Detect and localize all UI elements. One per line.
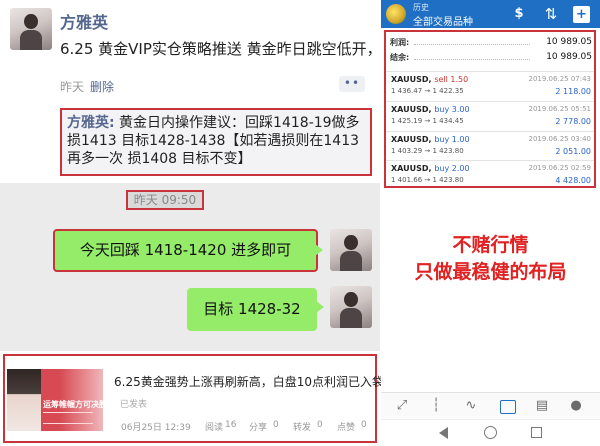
position-date: 2019.06.25 07:43 bbox=[528, 75, 591, 83]
balance-value: 10 989.05 bbox=[546, 52, 592, 62]
chat-avatar[interactable] bbox=[330, 286, 372, 328]
chat-bubble[interactable]: 目标 1428-32 bbox=[187, 288, 324, 331]
quotes-icon[interactable]: ⤢ bbox=[393, 397, 411, 415]
position-side: buy 1.00 bbox=[434, 135, 470, 144]
recent-apps-icon[interactable] bbox=[531, 427, 542, 438]
currency-exchange-icon[interactable]: $ bbox=[508, 4, 530, 24]
position-profit: 2 051.00 bbox=[555, 147, 591, 156]
chat-timestamp: 昨天 09:50 bbox=[126, 190, 204, 210]
position-profit: 2 778.00 bbox=[555, 117, 591, 126]
position-side: buy 3.00 bbox=[434, 105, 470, 114]
sort-icon[interactable]: ⇅ bbox=[540, 4, 562, 24]
article-date: 06月25日 12:39 bbox=[121, 423, 191, 433]
dotted-leader bbox=[414, 59, 530, 60]
position-date: 2019.06.25 05:51 bbox=[528, 105, 591, 113]
moment-avatar[interactable] bbox=[10, 8, 52, 50]
profit-label: 利润: bbox=[390, 38, 410, 47]
chat-bubble[interactable]: 今天回踩 1418-1420 进多即可 bbox=[53, 229, 323, 272]
chat-panel: 方雅英 6.25 黄金VIP实仓策略推送 黄金昨日跳空低开，今日继续 昨天 删除… bbox=[0, 0, 396, 446]
slogan-line-2: 只做最稳健的布局 bbox=[414, 261, 567, 283]
position-side: sell 1.50 bbox=[434, 75, 469, 84]
moment-author-name[interactable]: 方雅英 bbox=[60, 9, 108, 33]
chat-icon[interactable]: ● bbox=[567, 397, 585, 415]
chat-area: 昨天 09:50 今天回踩 1418-1420 进多即可 目标 1428-32 bbox=[0, 183, 380, 351]
news-icon[interactable]: ▤ bbox=[533, 397, 551, 415]
position-row[interactable]: XAUUSD, buy 1.00 2019.06.25 03:40 1 403.… bbox=[386, 131, 594, 162]
more-options-button[interactable]: •• bbox=[339, 76, 365, 92]
position-row[interactable]: XAUUSD, buy 3.00 2019.06.25 05:51 1 425.… bbox=[386, 101, 594, 132]
reposts-label: 转发 bbox=[293, 423, 312, 433]
position-date: 2019.06.25 02:59 bbox=[528, 164, 591, 172]
history-inbox-icon[interactable] bbox=[498, 397, 516, 415]
reads-label: 阅读 bbox=[205, 423, 224, 433]
position-prices: 1 425.19 → 1 434.45 bbox=[391, 117, 464, 125]
chart-candles-icon[interactable]: ┆ bbox=[427, 397, 445, 415]
position-symbol: XAUUSD, buy 2.00 bbox=[391, 164, 470, 173]
comment-author[interactable]: 方雅英: bbox=[67, 115, 115, 131]
back-icon[interactable] bbox=[439, 427, 448, 439]
dotted-leader bbox=[414, 44, 530, 45]
trading-app-panel: 历史 全部交易品种 $ ⇅ + 利润: 10 989.05 结余: 10 989… bbox=[381, 0, 600, 446]
position-symbol: XAUUSD, sell 1.50 bbox=[391, 75, 469, 84]
thumbnail-person-image bbox=[7, 369, 41, 431]
trade-icon[interactable]: ∿ bbox=[462, 397, 480, 415]
app-header: 历史 全部交易品种 $ ⇅ + bbox=[381, 0, 600, 28]
comment-box: 方雅英: 黄金日内操作建议：回踩1418-19做多 损1413 目标1428-1… bbox=[60, 108, 372, 176]
position-prices: 1 403.29 → 1 423.80 bbox=[391, 147, 464, 155]
delete-link[interactable]: 删除 bbox=[90, 78, 114, 95]
home-icon[interactable] bbox=[484, 426, 497, 439]
position-symbol: XAUUSD, buy 3.00 bbox=[391, 105, 470, 114]
system-nav-bar bbox=[381, 419, 600, 446]
slogan-line-1: 不赌行情 bbox=[452, 234, 529, 256]
position-row[interactable]: XAUUSD, sell 1.50 2019.06.25 07:43 1 436… bbox=[386, 71, 594, 102]
reposts-count: 0 bbox=[317, 420, 323, 430]
article-card[interactable]: 运筹帷幄方可决胜千里 6.25黄金强势上涨再刷新高，白盘10点利润已入袋！ 已发… bbox=[3, 354, 396, 443]
bottom-nav: ⤢ ┆ ∿ ▤ ● bbox=[381, 392, 600, 418]
position-prices: 1 436.47 → 1 422.35 bbox=[391, 87, 464, 95]
position-prices: 1 401.66 → 1 423.80 bbox=[391, 176, 464, 184]
history-list: 利润: 10 989.05 结余: 10 989.05 XAUUSD, sell… bbox=[384, 30, 596, 188]
article-thumbnail[interactable]: 运筹帷幄方可决胜千里 bbox=[7, 369, 103, 431]
article-title[interactable]: 6.25黄金强势上涨再刷新高，白盘10点利润已入袋！ bbox=[114, 373, 396, 390]
position-symbol: XAUUSD, buy 1.00 bbox=[391, 135, 470, 144]
app-logo-icon[interactable] bbox=[386, 4, 406, 24]
position-row[interactable]: XAUUSD, buy 2.00 2019.06.25 02:59 1 401.… bbox=[386, 160, 594, 191]
likes-count: 0 bbox=[361, 420, 367, 430]
profit-row: 利润: 10 989.05 bbox=[390, 37, 592, 49]
profit-value: 10 989.05 bbox=[546, 37, 592, 47]
thumbnail-caption: 运筹帷幄方可决胜千里 bbox=[43, 399, 103, 424]
moment-time: 昨天 bbox=[60, 80, 85, 94]
position-date: 2019.06.25 03:40 bbox=[528, 135, 591, 143]
article-status: 已发表 bbox=[120, 400, 148, 410]
add-calendar-icon[interactable]: + bbox=[573, 6, 590, 23]
reads-count: 16 bbox=[225, 420, 237, 430]
slogan: 不赌行情 只做最稳健的布局 bbox=[381, 232, 600, 286]
balance-row: 结余: 10 989.05 bbox=[390, 52, 592, 64]
app-header-title: 历史 bbox=[413, 3, 429, 12]
shares-label: 分享 bbox=[249, 423, 268, 433]
position-profit: 2 118.00 bbox=[555, 87, 591, 96]
position-side: buy 2.00 bbox=[434, 164, 470, 173]
likes-label: 点赞 bbox=[337, 423, 356, 433]
moment-title[interactable]: 6.25 黄金VIP实仓策略推送 黄金昨日跳空低开，今日继续 bbox=[60, 38, 375, 59]
symbol-filter[interactable]: 全部交易品种 bbox=[413, 13, 473, 28]
chat-avatar[interactable] bbox=[330, 229, 372, 271]
shares-count: 0 bbox=[273, 420, 279, 430]
balance-label: 结余: bbox=[390, 53, 410, 62]
position-profit: 4 428.00 bbox=[555, 176, 591, 185]
